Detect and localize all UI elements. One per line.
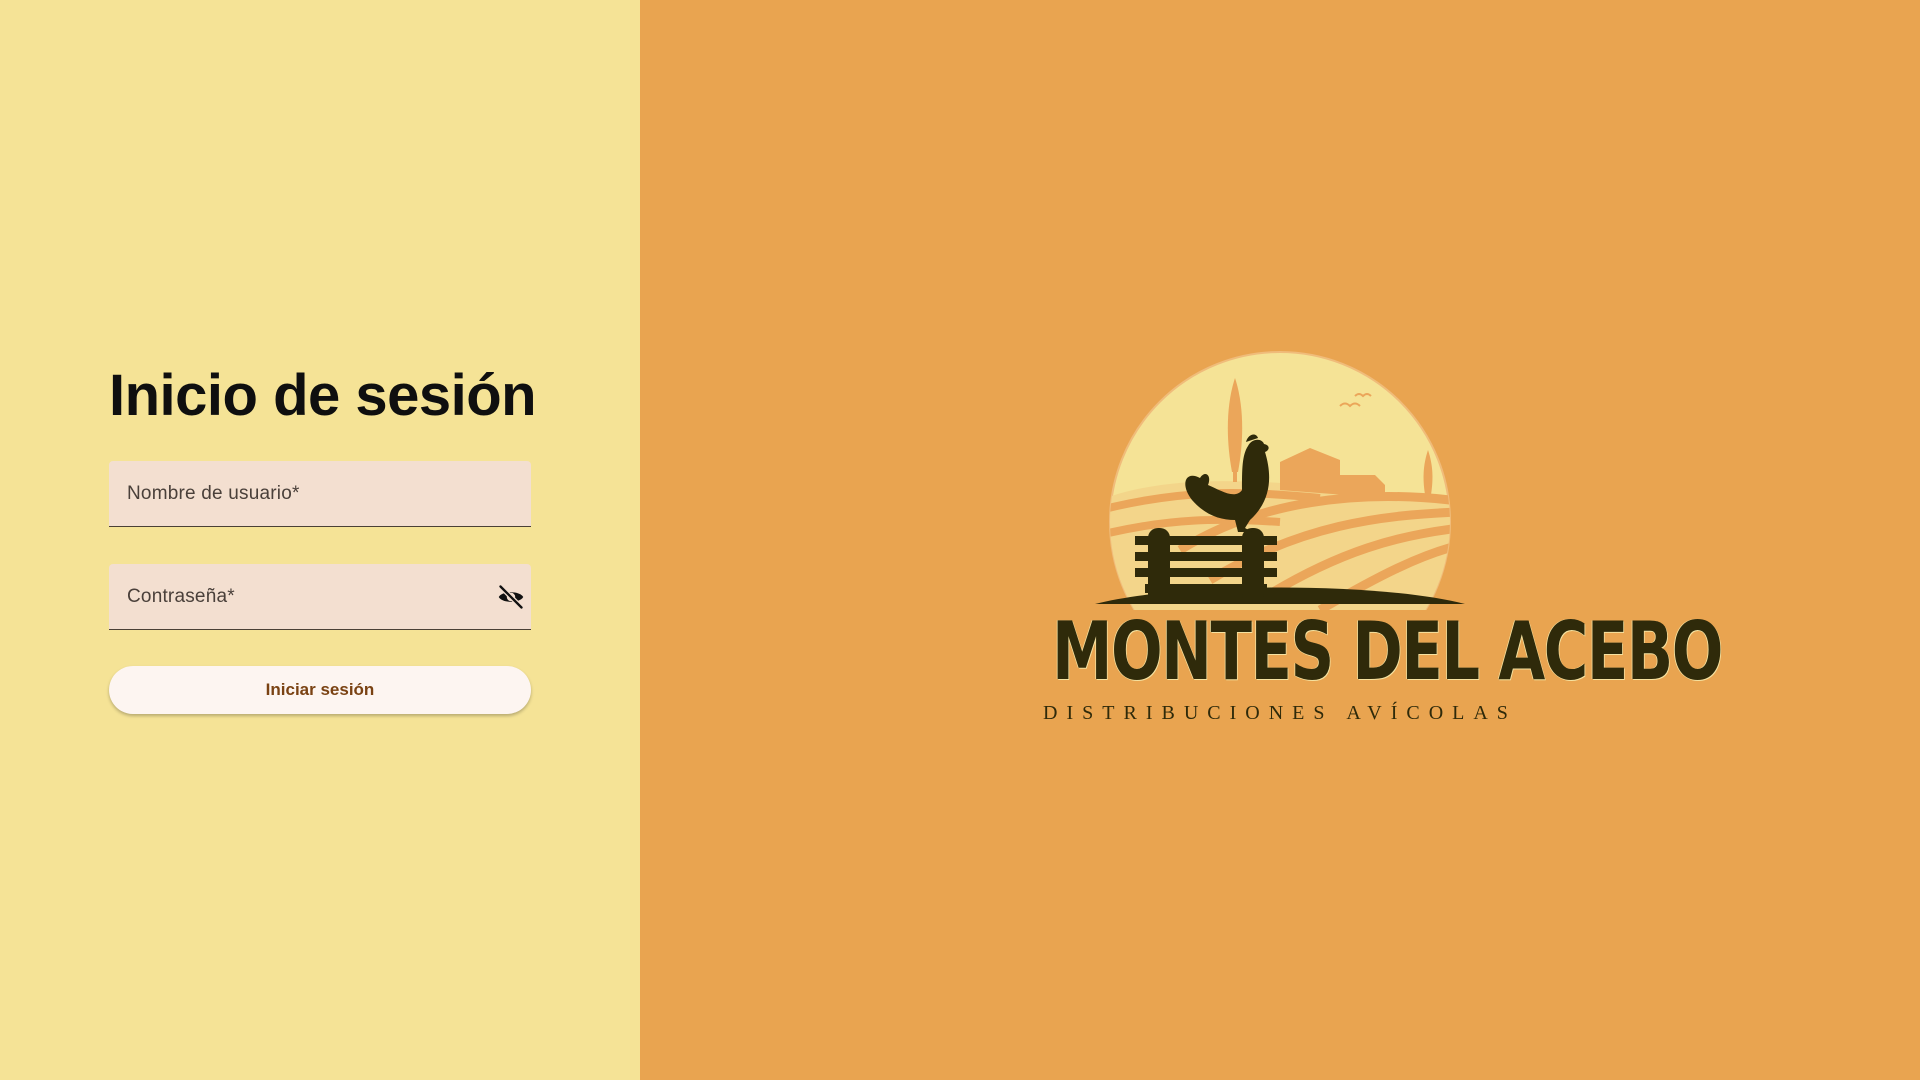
password-label: Contraseña* xyxy=(127,586,235,607)
login-panel: Inicio de sesión Nombre de usuario* Cont… xyxy=(0,0,640,1080)
rooster-farm-emblem-icon xyxy=(1095,351,1465,610)
password-field[interactable]: Contraseña* xyxy=(109,564,531,630)
brand-logo: MONTES DEL ACEBO DISTRIBUCIONES AVÍCOLAS xyxy=(980,350,1723,730)
login-button[interactable]: Iniciar sesión xyxy=(109,666,531,714)
brand-panel: MONTES DEL ACEBO DISTRIBUCIONES AVÍCOLAS xyxy=(640,0,1920,1080)
page-title: Inicio de sesión xyxy=(109,363,537,428)
login-form: Inicio de sesión Nombre de usuario* Cont… xyxy=(109,360,537,714)
brand-tagline: DISTRIBUCIONES AVÍCOLAS xyxy=(1043,702,1517,724)
username-label: Nombre de usuario* xyxy=(127,483,300,504)
brand-name: MONTES DEL ACEBO xyxy=(1052,605,1723,698)
username-field[interactable]: Nombre de usuario* xyxy=(109,461,531,527)
login-page: Inicio de sesión Nombre de usuario* Cont… xyxy=(0,0,1920,1080)
eye-off-icon[interactable] xyxy=(495,581,527,613)
